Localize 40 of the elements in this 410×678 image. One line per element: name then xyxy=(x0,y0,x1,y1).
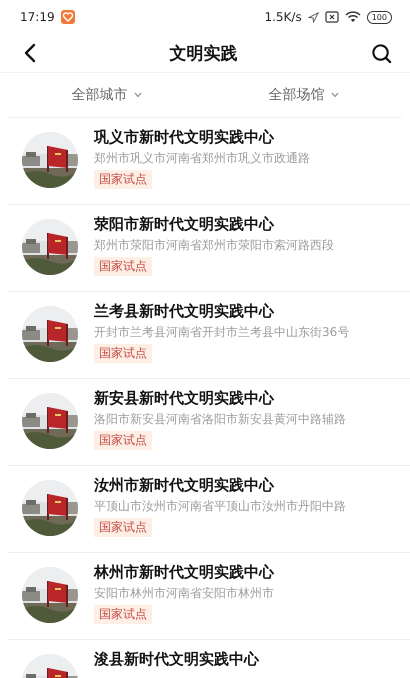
pilot-tag: 国家试点 xyxy=(94,518,152,537)
venue-address: 平顶山市汝州市河南省平顶山市汝州市丹阳中路 xyxy=(94,498,346,515)
pilot-tag: 国家试点 xyxy=(94,257,152,276)
heart-app-icon xyxy=(60,10,75,24)
venue-list-item[interactable]: 荥阳市新时代文明实践中心 郑州市荥阳市河南省郑州市荥阳市索河路西段 国家试点 xyxy=(8,205,410,292)
venue-name: 巩义市新时代文明实践中心 xyxy=(94,128,274,147)
wifi-icon xyxy=(344,11,361,23)
venue-address: 洛阳市新安县河南省洛阳市新安县黄河中路辅路 xyxy=(94,411,346,428)
location-arrow-icon xyxy=(308,12,319,22)
chevron-down-icon xyxy=(134,92,142,98)
venue-list-item[interactable]: 浚县新时代文明实践中心 xyxy=(8,640,410,678)
filter-dropdown[interactable]: 全部城市 xyxy=(8,73,205,117)
pilot-tag: 国家试点 xyxy=(94,170,152,189)
venue-name: 兰考县新时代文明实践中心 xyxy=(94,302,274,321)
search-icon[interactable] xyxy=(371,42,392,64)
venue-list-item[interactable]: 汝州市新时代文明实践中心 平顶山市汝州市河南省平顶山市汝州市丹阳中路 国家试点 xyxy=(8,466,410,553)
sim-icon xyxy=(324,11,339,23)
pilot-tag: 国家试点 xyxy=(94,431,152,450)
back-icon[interactable] xyxy=(24,43,36,63)
venue-list-item[interactable]: 巩义市新时代文明实践中心 郑州市巩义市河南省郑州市巩义市政通路 国家试点 xyxy=(8,118,410,205)
venue-name: 汝州市新时代文明实践中心 xyxy=(94,476,274,495)
venue-name: 浚县新时代文明实践中心 xyxy=(94,650,259,669)
venue-name: 新安县新时代文明实践中心 xyxy=(94,389,274,408)
venue-list-item[interactable]: 林州市新时代文明实践中心 安阳市林州市河南省安阳市林州市 国家试点 xyxy=(8,553,410,640)
status-time: 17:19 xyxy=(20,10,55,24)
venue-name: 林州市新时代文明实践中心 xyxy=(94,563,274,582)
venue-address: 郑州市巩义市河南省郑州市巩义市政通路 xyxy=(94,150,310,167)
chevron-down-icon xyxy=(330,92,338,98)
pilot-tag: 国家试点 xyxy=(94,605,152,624)
venue-list-item[interactable]: 兰考县新时代文明实践中心 开封市兰考县河南省开封市兰考县中山东街36号 国家试点 xyxy=(8,292,410,379)
venue-address: 开封市兰考县河南省开封市兰考县中山东街36号 xyxy=(94,324,350,341)
venue-address: 安阳市林州市河南省安阳市林州市 xyxy=(94,585,274,602)
network-speed: 1.5K/s xyxy=(264,10,302,24)
page-title: 文明实践 xyxy=(168,42,238,64)
venue-list-item[interactable]: 新安县新时代文明实践中心 洛阳市新安县河南省洛阳市新安县黄河中路辅路 国家试点 xyxy=(8,379,410,466)
pilot-tag: 国家试点 xyxy=(94,344,152,363)
venue-name: 荥阳市新时代文明实践中心 xyxy=(94,215,274,234)
battery-icon: 100 xyxy=(366,10,392,24)
filter-dropdown[interactable]: 全部场馆 xyxy=(205,73,402,117)
venue-address: 郑州市荥阳市河南省郑州市荥阳市索河路西段 xyxy=(94,237,334,254)
